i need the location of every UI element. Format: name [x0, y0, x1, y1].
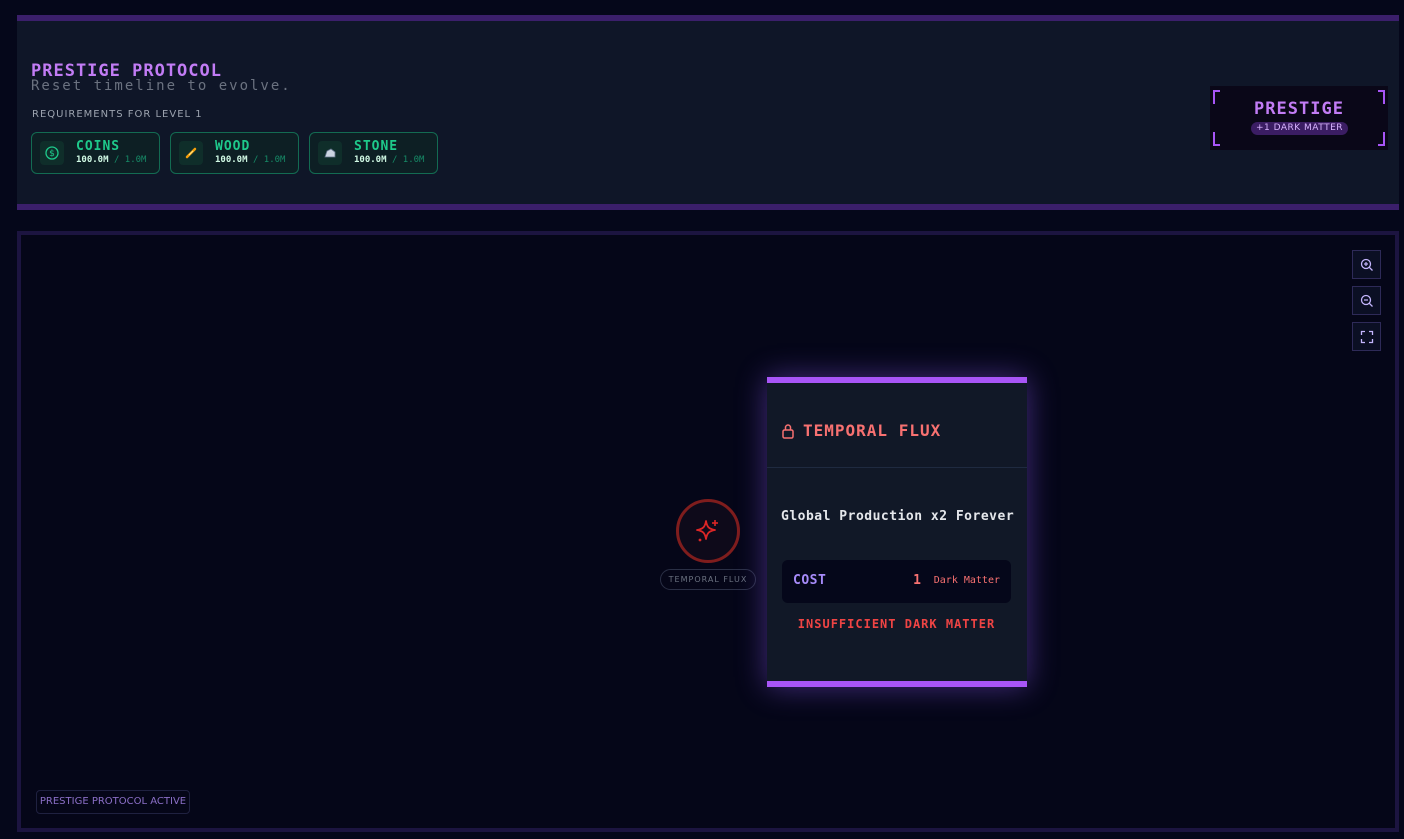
zoom-in-button[interactable] [1352, 250, 1381, 279]
card-header: TEMPORAL FLUX [767, 383, 1027, 468]
resource-value: 100.0M / 1.0M [76, 155, 147, 165]
skill-tree-canvas[interactable]: TEMPORAL FLUX TEMPORAL FLUX Global Produ… [17, 231, 1399, 832]
bracket-corner [1378, 132, 1385, 146]
cost-unit: Dark Matter [933, 575, 1000, 586]
cost-box: COST 1 Dark Matter [782, 560, 1011, 603]
zoom-in-icon [1360, 258, 1373, 271]
skill-node-temporal-flux[interactable] [676, 499, 740, 563]
wood-log-icon [179, 141, 203, 165]
resource-value: 100.0M / 1.0M [215, 155, 286, 165]
fit-screen-button[interactable] [1352, 322, 1381, 351]
upgrade-title: TEMPORAL FLUX [803, 421, 942, 440]
page-subtitle: Reset timeline to evolve. [31, 78, 292, 94]
sparkle-icon [696, 520, 718, 542]
resource-name: COINS [76, 139, 121, 154]
stone-rock-icon [318, 141, 342, 165]
cost-label: COST [793, 573, 827, 588]
prestige-panel: PRESTIGE PROTOCOL Reset timeline to evol… [17, 15, 1399, 210]
bracket-corner [1213, 132, 1220, 146]
resource-name: WOOD [215, 139, 251, 154]
zoom-out-icon [1360, 294, 1373, 307]
upgrade-description: Global Production x2 Forever [781, 509, 1015, 524]
cost-value: 1 [913, 573, 921, 588]
requirements-label: REQUIREMENTS FOR LEVEL 1 [32, 109, 203, 120]
lock-icon [782, 424, 794, 439]
status-badge: PRESTIGE PROTOCOL ACTIVE [36, 790, 190, 814]
resource-name: STONE [354, 139, 399, 154]
svg-text:$: $ [49, 149, 55, 159]
resource-card-stone: STONE 100.0M / 1.0M [309, 132, 438, 174]
resource-card-wood: WOOD 100.0M / 1.0M [170, 132, 299, 174]
fit-screen-icon [1360, 330, 1373, 343]
resource-value: 100.0M / 1.0M [354, 155, 425, 165]
prestige-button-label: PRESTIGE [1254, 99, 1344, 119]
resource-card-coins: $ COINS 100.0M / 1.0M [31, 132, 160, 174]
prestige-reward-badge: +1 DARK MATTER [1251, 122, 1348, 135]
prestige-button[interactable]: PRESTIGE +1 DARK MATTER [1210, 86, 1388, 150]
skill-node-label: TEMPORAL FLUX [660, 569, 756, 590]
dollar-coin-icon: $ [40, 141, 64, 165]
zoom-out-button[interactable] [1352, 286, 1381, 315]
insufficient-warning: INSUFFICIENT DARK MATTER [797, 617, 996, 631]
upgrade-detail-card: TEMPORAL FLUX Global Production x2 Forev… [767, 377, 1027, 687]
